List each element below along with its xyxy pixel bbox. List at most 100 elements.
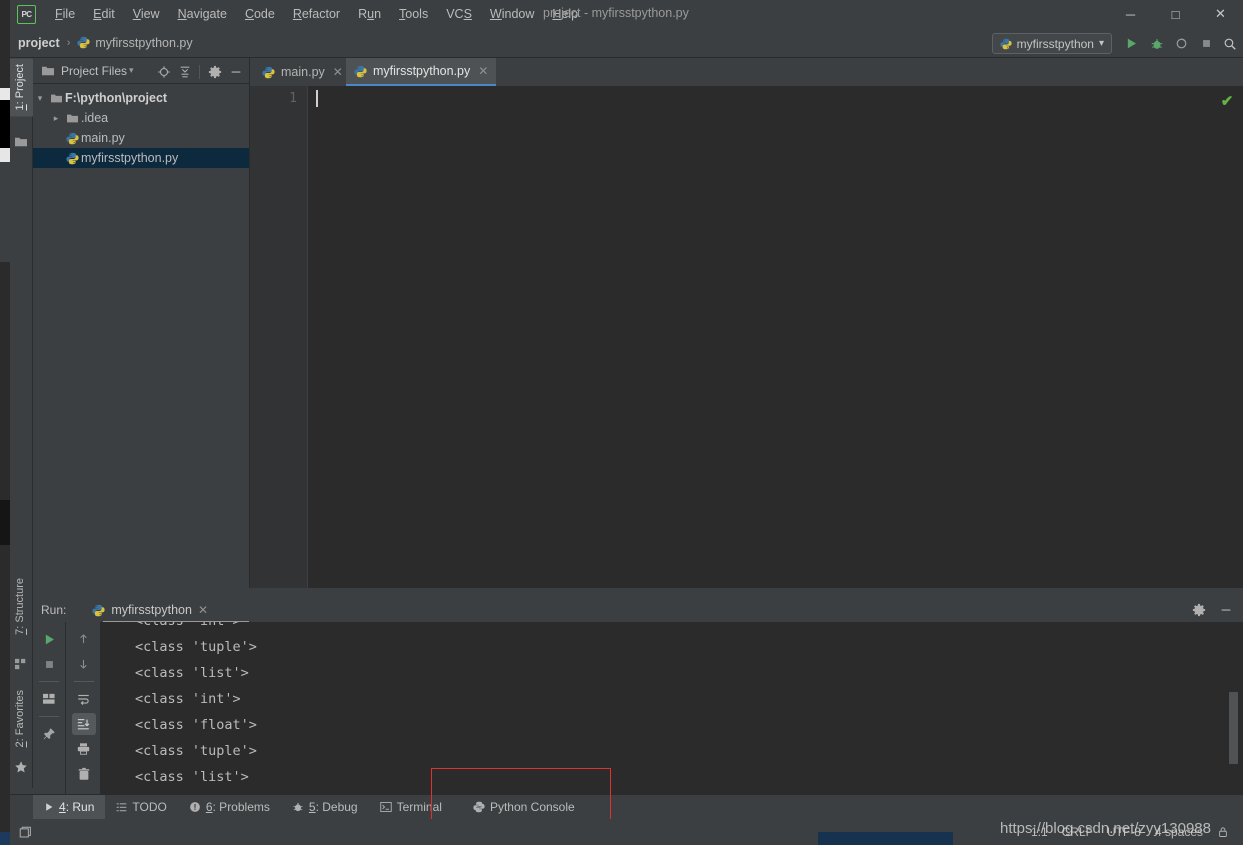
down-arrow-icon[interactable]	[72, 653, 96, 675]
line-separator[interactable]: CRLF	[1062, 825, 1093, 839]
run-icon[interactable]	[1120, 32, 1143, 55]
bottom-tab-terminal[interactable]: Terminal	[369, 795, 453, 820]
bottom-tab-run[interactable]: 4: Run	[33, 794, 106, 820]
project-panel-title[interactable]: Project Files	[61, 64, 127, 78]
star-icon[interactable]	[14, 760, 29, 775]
pycharm-window: PC File Edit View Navigate Code Refactor…	[0, 0, 1243, 845]
breadcrumb-project[interactable]: project	[18, 36, 60, 50]
sidebar-tab-project[interactable]: 1: Project	[10, 58, 33, 117]
bottom-tab-label: 5: Debug	[308, 800, 358, 814]
soft-wrap-icon[interactable]	[72, 688, 96, 710]
print-icon[interactable]	[72, 738, 96, 760]
menu-item-vcs[interactable]: VCS	[437, 3, 481, 25]
divider	[199, 64, 200, 79]
layout-icon[interactable]	[37, 688, 61, 710]
run-configuration-selector[interactable]: myfirsstpython ▾	[991, 33, 1112, 54]
divider	[39, 716, 59, 717]
background-fragment	[0, 100, 10, 148]
trash-icon[interactable]	[72, 763, 96, 785]
debug-icon	[292, 801, 304, 813]
run-console-output[interactable]: <class 'int'> <class 'tuple'> <class 'li…	[100, 622, 1243, 794]
inspection-ok-check-icon[interactable]: ✔	[1217, 91, 1237, 111]
bottom-tab-problems[interactable]: 6: Problems	[178, 795, 281, 820]
menu-item-window[interactable]: Window	[481, 3, 543, 25]
editor-tab-main-py[interactable]: main.py ✕	[254, 58, 351, 86]
menu-item-tools[interactable]: Tools	[390, 3, 437, 25]
bottom-tab-label: 6: Problems	[205, 800, 270, 814]
minimize-button[interactable]: ─	[1108, 0, 1153, 28]
bottom-tab-todo[interactable]: TODO	[105, 795, 177, 820]
menu-item-code[interactable]: Code	[236, 3, 284, 25]
code-editor[interactable]: 1 ✔	[250, 86, 1243, 588]
divider	[39, 681, 59, 682]
menu-item-view[interactable]: View	[124, 3, 169, 25]
chevron-down-icon[interactable]: ▾	[33, 93, 47, 104]
close-icon[interactable]: ✕	[333, 65, 343, 79]
bottom-tab-debug[interactable]: 5: Debug	[281, 795, 369, 820]
chevron-down-icon: ▾	[1098, 38, 1104, 49]
console-line: <class 'int'>	[100, 622, 1243, 634]
rerun-icon[interactable]	[37, 628, 61, 650]
stop-icon[interactable]	[37, 653, 61, 675]
menu-item-edit[interactable]: Edit	[84, 3, 124, 25]
chevron-down-icon[interactable]: ▾	[129, 65, 134, 76]
close-button[interactable]: ✕	[1198, 0, 1243, 28]
pin-icon[interactable]	[37, 723, 61, 745]
run-tab-myfirsstpython[interactable]: myfirsstpython ✕	[92, 603, 208, 617]
stop-icon[interactable]	[1195, 32, 1218, 55]
project-tree: ▾ F:\python\project ▸ .idea main.py myfi…	[33, 84, 249, 168]
bottom-tab-label: Python Console	[489, 800, 575, 814]
folder-icon	[47, 93, 65, 104]
settings-icon[interactable]	[1189, 600, 1208, 619]
coverage-icon[interactable]	[1170, 32, 1193, 55]
bottom-tab-python-console[interactable]: Python Console	[462, 795, 586, 820]
structure-icon[interactable]	[14, 658, 29, 673]
tree-item-project-root[interactable]: ▾ F:\python\project	[33, 88, 249, 108]
editor-text-area[interactable]	[309, 86, 1243, 588]
collapse-all-icon[interactable]	[175, 62, 194, 81]
chevron-right-icon[interactable]: ▸	[49, 113, 63, 124]
folder-icon[interactable]	[14, 136, 29, 151]
python-icon	[999, 38, 1012, 50]
tree-item-idea[interactable]: ▸ .idea	[33, 108, 249, 128]
editor-tab-myfirsstpython-py[interactable]: myfirsstpython.py ✕	[346, 58, 497, 86]
file-encoding[interactable]: UTF-8	[1107, 825, 1141, 839]
breadcrumb-separator-icon: ›	[66, 36, 71, 49]
hide-icon[interactable]	[1216, 600, 1235, 619]
close-icon[interactable]: ✕	[198, 603, 208, 617]
search-icon[interactable]	[1218, 32, 1241, 55]
folder-icon	[63, 113, 81, 124]
python-file-icon	[63, 152, 81, 165]
menu-item-navigate[interactable]: Navigate	[169, 3, 236, 25]
locate-icon[interactable]	[154, 62, 173, 81]
sidebar-tab-favorites[interactable]: 2: Favorites	[10, 684, 33, 753]
indent-setting[interactable]: 4 spaces	[1155, 825, 1203, 839]
settings-icon[interactable]	[205, 62, 224, 81]
debug-icon[interactable]	[1145, 32, 1168, 55]
close-icon[interactable]: ✕	[478, 64, 488, 78]
menu-item-run[interactable]: Run	[349, 3, 390, 25]
status-bar-right: 1:1 CRLF UTF-8 4 spaces	[1031, 825, 1229, 839]
bottom-tab-label: Terminal	[396, 800, 442, 814]
project-bottom-filler	[33, 588, 250, 598]
tree-item-main-py[interactable]: main.py	[33, 128, 249, 148]
tree-item-label: F:\python\project	[65, 91, 168, 105]
hide-icon[interactable]	[226, 62, 245, 81]
sidebar-tab-structure[interactable]: 7: Structure	[10, 572, 33, 641]
caret-position[interactable]: 1:1	[1031, 825, 1048, 839]
menu-item-refactor[interactable]: Refactor	[284, 3, 349, 25]
console-scrollbar[interactable]	[1229, 692, 1238, 764]
maximize-button[interactable]: □	[1153, 0, 1198, 28]
editor-gutter[interactable]: 1	[250, 86, 308, 588]
background-fragment	[0, 162, 10, 262]
breadcrumb-file[interactable]: myfirsstpython.py	[95, 36, 192, 50]
scroll-to-end-icon[interactable]	[71, 713, 96, 735]
up-arrow-icon[interactable]	[72, 628, 96, 650]
menu-item-file[interactable]: File	[46, 3, 84, 25]
layout-toggle-icon[interactable]	[10, 826, 40, 839]
lock-icon[interactable]	[1217, 826, 1229, 838]
problems-icon	[189, 801, 201, 813]
console-line: <class 'list'>	[135, 769, 249, 785]
tree-item-label: main.py	[81, 131, 125, 145]
tree-item-myfirsstpython-py[interactable]: myfirsstpython.py	[33, 148, 249, 168]
